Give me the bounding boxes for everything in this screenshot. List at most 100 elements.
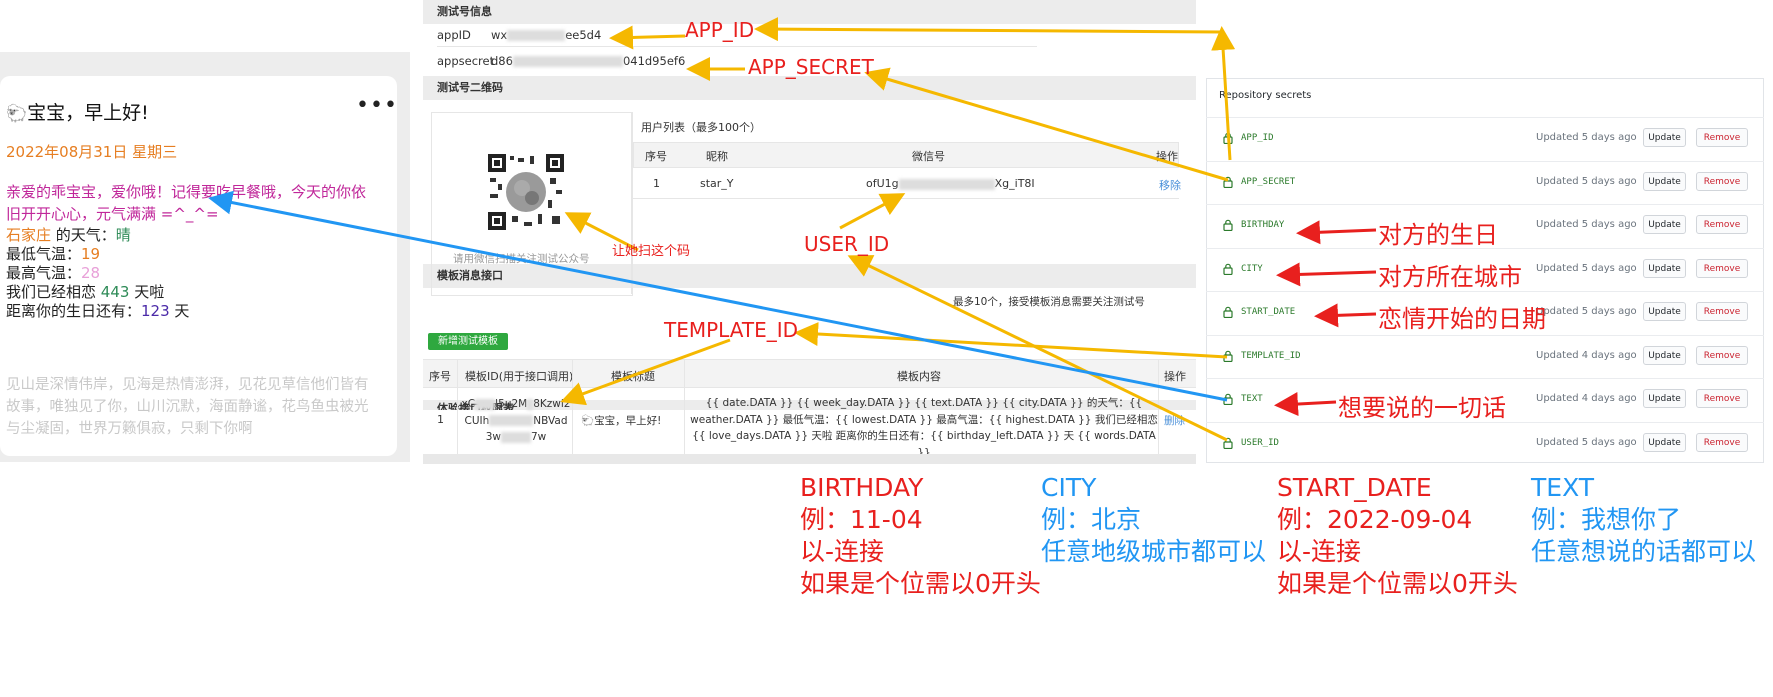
tpl-row-content: {{ date.DATA }} {{ week_day.DATA }} {{ t… — [690, 397, 1158, 459]
appsecret-suffix: 041d95ef6 — [622, 54, 686, 68]
lock-icon — [1223, 263, 1233, 275]
secret-updated: Updated 5 days ago — [1536, 436, 1637, 448]
note-line: 任意地级城市都可以 — [1041, 537, 1267, 566]
remove-button[interactable]: Remove — [1696, 128, 1748, 147]
user-col-action: 操作 — [1156, 150, 1178, 163]
tpl-col-id: 模板ID(用于接口调用) — [465, 370, 574, 383]
tpl-id-redacted — [489, 415, 534, 426]
high-temp-line: 最高气温：28 — [6, 262, 100, 283]
update-button[interactable]: Update — [1643, 215, 1686, 234]
note-start-date: START_DATE 例：2022-09-04 以-连接 如果是个位需以0开头 — [1277, 472, 1518, 600]
secret-name: CITY — [1241, 263, 1263, 274]
sheep-icon: 🐑 — [581, 415, 595, 427]
remove-button[interactable]: Remove — [1696, 215, 1748, 234]
update-button[interactable]: Update — [1643, 258, 1686, 278]
tpl-row-id[interactable]: xC I5u2M 8Kzwl2 CUIh NBVad 3w 7w — [461, 396, 571, 446]
note-line: 例：2022-09-04 — [1277, 505, 1473, 534]
high-temp-label: 最高气温： — [6, 264, 82, 282]
update-button[interactable]: Update — [1643, 345, 1686, 365]
remove-user-link[interactable]: 移除 — [1159, 177, 1181, 193]
appid-value[interactable]: wx ee5d4 — [491, 28, 601, 42]
annotation-template-id: TEMPLATE_ID — [664, 318, 799, 342]
annotation-text: 想要说的一切话 — [1338, 394, 1506, 422]
appsecret-prefix: d86 — [491, 54, 513, 68]
love-days-prefix: 我们已经相恋 — [6, 283, 101, 301]
appid-suffix: ee5d4 — [565, 28, 602, 42]
tpl-id-part: 3w — [485, 431, 501, 443]
lock-icon — [1223, 437, 1233, 449]
low-temp-label: 最低气温： — [6, 245, 82, 263]
annotation-app-secret: APP_SECRET — [748, 55, 874, 79]
user-row-wxid[interactable]: ofU1g Xg_iT8I — [866, 177, 1035, 190]
birthday-left-suffix: 天 — [169, 302, 190, 320]
secret-name: USER_ID — [1241, 437, 1279, 448]
update-button[interactable]: Update — [1643, 302, 1686, 321]
delete-template-link[interactable]: 删除 — [1164, 413, 1185, 428]
remove-button[interactable]: Remove — [1696, 432, 1748, 452]
lock-icon — [1223, 306, 1233, 318]
wxid-redacted — [898, 178, 995, 190]
tpl-row-title: 🐑宝宝，早上好! — [581, 413, 661, 428]
divider — [457, 359, 458, 454]
user-row-nickname: star_Y — [700, 177, 734, 190]
note-text: TEXT 例：我想你了 任意想说的话都可以 — [1531, 472, 1756, 568]
tpl-id-redacted — [527, 398, 534, 410]
tpl-id-redacted — [501, 431, 531, 443]
remove-button[interactable]: Remove — [1696, 345, 1748, 365]
annotation-start-date: 恋情开始的日期 — [1378, 305, 1546, 333]
remove-button[interactable]: Remove — [1696, 258, 1748, 278]
annotation-app-id: APP_ID — [685, 18, 755, 42]
secret-updated: Updated 5 days ago — [1536, 219, 1637, 230]
appsecret-value[interactable]: d86 041d95ef6 — [491, 54, 685, 68]
more-icon[interactable]: ••• — [356, 93, 398, 118]
tpl-col-action: 操作 — [1164, 370, 1186, 383]
secret-row: USER_ID Updated 5 days ago Update Remove — [1206, 421, 1764, 465]
birthday-left-prefix: 距离你的生日还有： — [6, 302, 142, 320]
note-line: 任意想说的话都可以 — [1531, 537, 1757, 566]
update-button[interactable]: Update — [1643, 128, 1686, 147]
qr-header: 测试号二维码 — [423, 76, 1196, 100]
appsecret-redacted — [512, 56, 623, 67]
tpl-col-index: 序号 — [429, 370, 451, 383]
tpl-id-part: CUIh — [464, 414, 490, 427]
qr-caption: 请用微信扫描关注测试公众号 — [453, 253, 590, 265]
update-button[interactable]: Update — [1643, 171, 1686, 191]
note-city: CITY 例：北京 任意地级城市都可以 — [1041, 472, 1266, 568]
lock-icon — [1223, 176, 1233, 188]
note-line: TEXT — [1531, 473, 1595, 502]
test-info-header: 测试号信息 — [423, 0, 1196, 24]
annotation-scan-code: 让她扫这个码 — [612, 244, 691, 259]
secret-updated: Updated 4 days ago — [1536, 393, 1637, 404]
note-line: CITY — [1041, 473, 1097, 502]
user-col-index: 序号 — [645, 150, 667, 163]
tpl-id-part: 8Kzwl2 — [533, 398, 571, 410]
high-temp-value: 28 — [81, 264, 101, 282]
update-button[interactable]: Update — [1643, 432, 1686, 452]
appid-redacted — [507, 30, 566, 41]
note-line: 如果是个位需以0开头 — [1277, 569, 1518, 598]
add-template-button[interactable]: 新增测试模板 — [428, 333, 508, 350]
update-button[interactable]: Update — [1643, 389, 1686, 408]
secret-name: TEMPLATE_ID — [1241, 350, 1301, 361]
remove-button[interactable]: Remove — [1696, 171, 1748, 191]
secret-updated: Updated 5 days ago — [1536, 306, 1637, 317]
note-line: 如果是个位需以0开头 — [800, 569, 1041, 598]
repository-secrets-title: Repository secrets — [1219, 90, 1312, 101]
secret-name: APP_ID — [1241, 133, 1274, 143]
weather-line: 石家庄 的天气：晴 — [6, 224, 131, 245]
appid-label: appID — [437, 28, 471, 42]
secret-row: TEMPLATE_ID Updated 4 days ago Update Remov… — [1206, 334, 1764, 378]
city-value: 石家庄 — [6, 226, 52, 244]
user-col-nickname: 昵称 — [706, 150, 728, 163]
user-list-title: 用户列表（最多100个） — [641, 121, 761, 134]
remove-button[interactable]: Remove — [1696, 302, 1748, 321]
lock-icon — [1223, 219, 1233, 231]
annotation-birthday: 对方的生日 — [1378, 221, 1498, 249]
secret-name: TEXT — [1241, 394, 1263, 404]
secret-name: APP_SECRET — [1241, 176, 1296, 187]
note-line: 例：11-04 — [800, 505, 923, 534]
remove-button[interactable]: Remove — [1696, 389, 1748, 408]
message-words: 见山是深情伟岸，见海是热情澎湃，见花见草信他们皆有故事，唯独见了你，山川沉默，海… — [6, 377, 369, 437]
tpl-id-part: xC — [461, 398, 476, 410]
wxid-prefix: ofU1g — [866, 177, 899, 190]
